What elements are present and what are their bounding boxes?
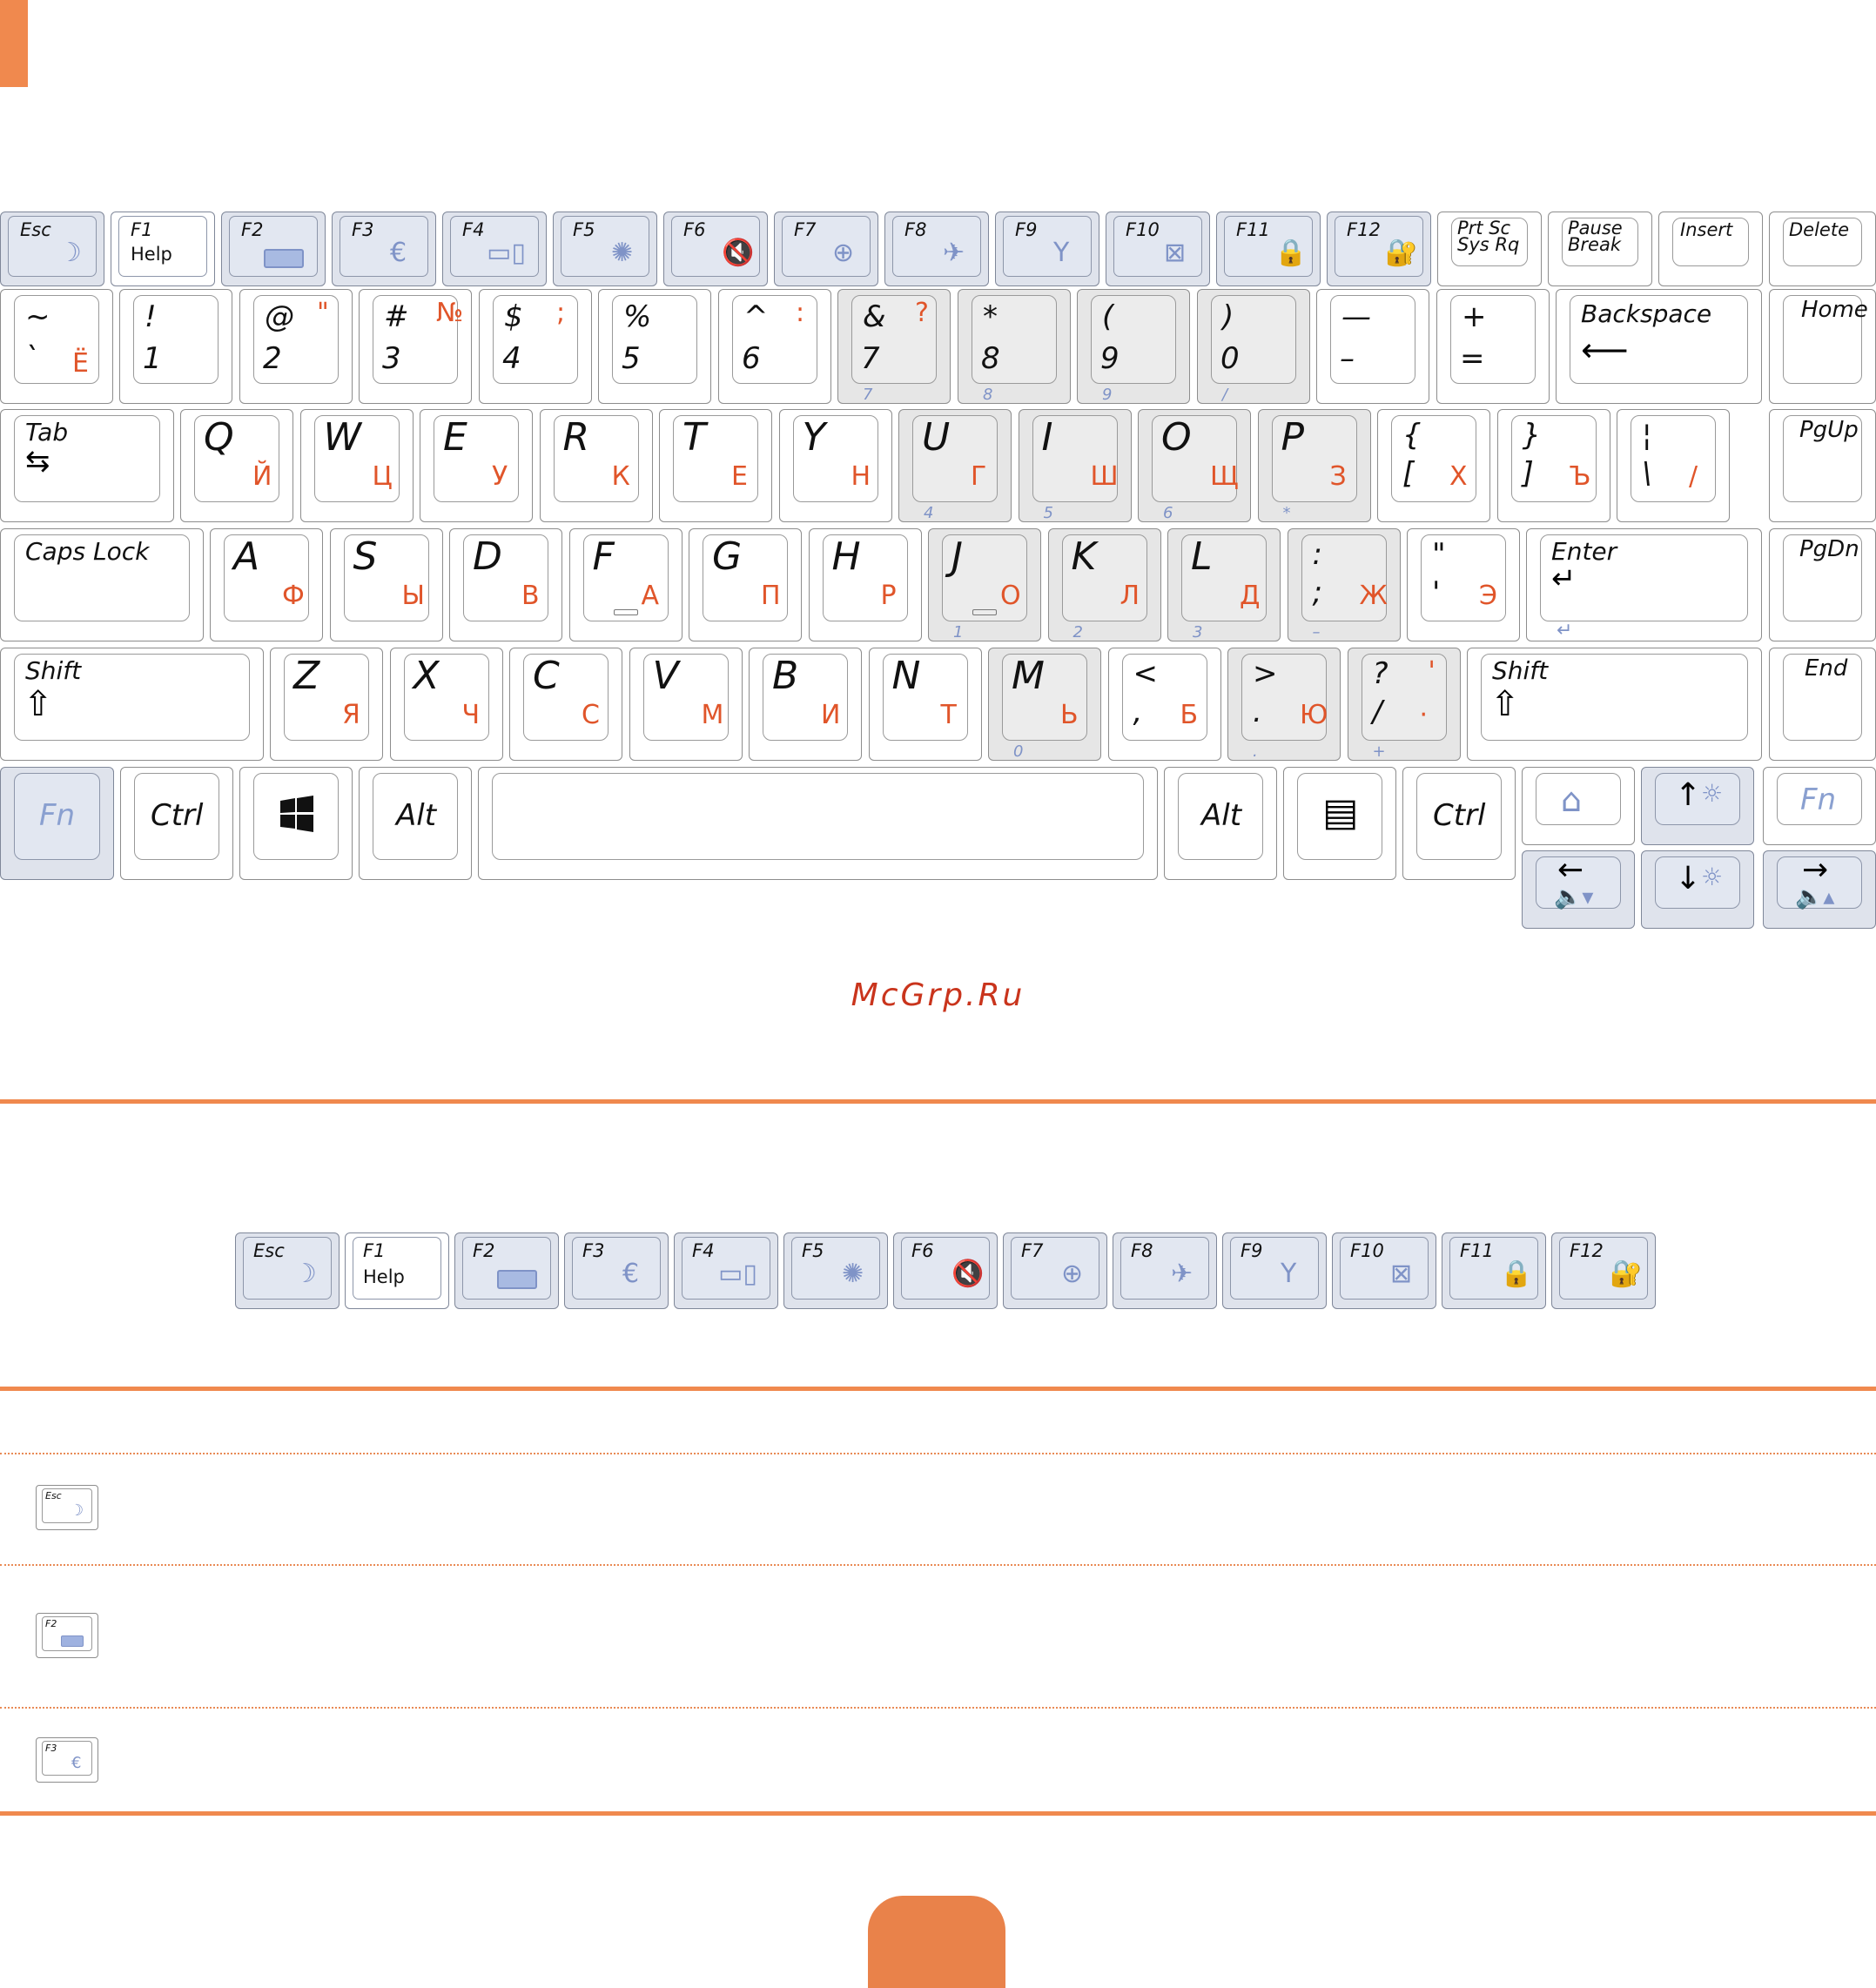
key-label: F4 [692, 1240, 715, 1261]
strip-key-f4: F4 ▭▯ [674, 1232, 778, 1309]
dotted-divider [0, 1564, 1876, 1566]
euro-icon: € [622, 1259, 640, 1289]
lcd-off-icon: ⊠ [1390, 1259, 1413, 1289]
strip-key-f5: F5 ✺ [783, 1232, 888, 1309]
battery-icon [497, 1270, 537, 1289]
moon-icon: ☽ [293, 1259, 317, 1289]
section-divider [0, 1811, 1876, 1816]
strip-key-f10: F10 ⊠ [1332, 1232, 1436, 1309]
runner-icon: ✈ [1171, 1259, 1194, 1289]
brightness-icon: ✺ [842, 1259, 864, 1289]
touchpad-icon: ⊕ [1061, 1259, 1084, 1289]
key-sublabel: Help [363, 1266, 405, 1287]
mute-icon: 🔇 [951, 1259, 985, 1289]
key-label: F7 [1021, 1240, 1044, 1261]
strip-key-f1: F1 Help [345, 1232, 449, 1309]
wireless-icon: Y [1281, 1259, 1297, 1289]
f3-key-small: F3 € [36, 1737, 98, 1783]
page-number-tab [868, 1896, 1005, 1988]
f2-key-small: F2 [36, 1613, 98, 1658]
key-label: Esc [253, 1240, 285, 1261]
dotted-divider [0, 1453, 1876, 1454]
lock-icon: 🔒 [1500, 1259, 1533, 1289]
euro-icon: € [71, 1754, 82, 1772]
battery-icon [61, 1635, 84, 1647]
key-label: F3 [582, 1240, 605, 1261]
key-label: F8 [1131, 1240, 1153, 1261]
moon-icon: ☽ [70, 1501, 84, 1520]
key-label: F11 [1460, 1240, 1494, 1261]
strip-key-esc: Esc ☽ [235, 1232, 340, 1309]
key-label: F6 [911, 1240, 934, 1261]
strip-key-f2: F2 [454, 1232, 559, 1309]
strip-key-f3: F3 € [564, 1232, 669, 1309]
strip-key-f11: F11 🔒 [1442, 1232, 1546, 1309]
key-label: F1 [363, 1240, 386, 1261]
esc-key-small: Esc ☽ [36, 1485, 98, 1530]
strip-key-f6: F6 🔇 [893, 1232, 998, 1309]
display-switch-icon: ▭▯ [718, 1259, 757, 1289]
function-key-strip: Esc ☽ F1 Help F2 F3 € F4 ▭▯ F5 ✺ F6 🔇 F7 ⊕ F8 ✈ F9 Y F10 ⊠ F1… [0, 0, 1876, 1988]
key-label: F2 [473, 1240, 495, 1261]
strip-key-f12: F12 🔐 [1551, 1232, 1656, 1309]
key-label: F12 [1570, 1240, 1604, 1261]
f3-label: F3 [45, 1743, 57, 1754]
dotted-divider [0, 1707, 1876, 1709]
esc-label: Esc [45, 1490, 62, 1501]
key-label: F9 [1241, 1240, 1263, 1261]
key-label: F10 [1350, 1240, 1384, 1261]
security-lock-icon: 🔐 [1610, 1259, 1643, 1289]
key-label: F5 [802, 1240, 824, 1261]
section-divider [0, 1387, 1876, 1391]
f2-label: F2 [45, 1618, 57, 1629]
strip-key-f9: F9 Y [1222, 1232, 1327, 1309]
strip-key-f8: F8 ✈ [1113, 1232, 1217, 1309]
strip-key-f7: F7 ⊕ [1003, 1232, 1107, 1309]
